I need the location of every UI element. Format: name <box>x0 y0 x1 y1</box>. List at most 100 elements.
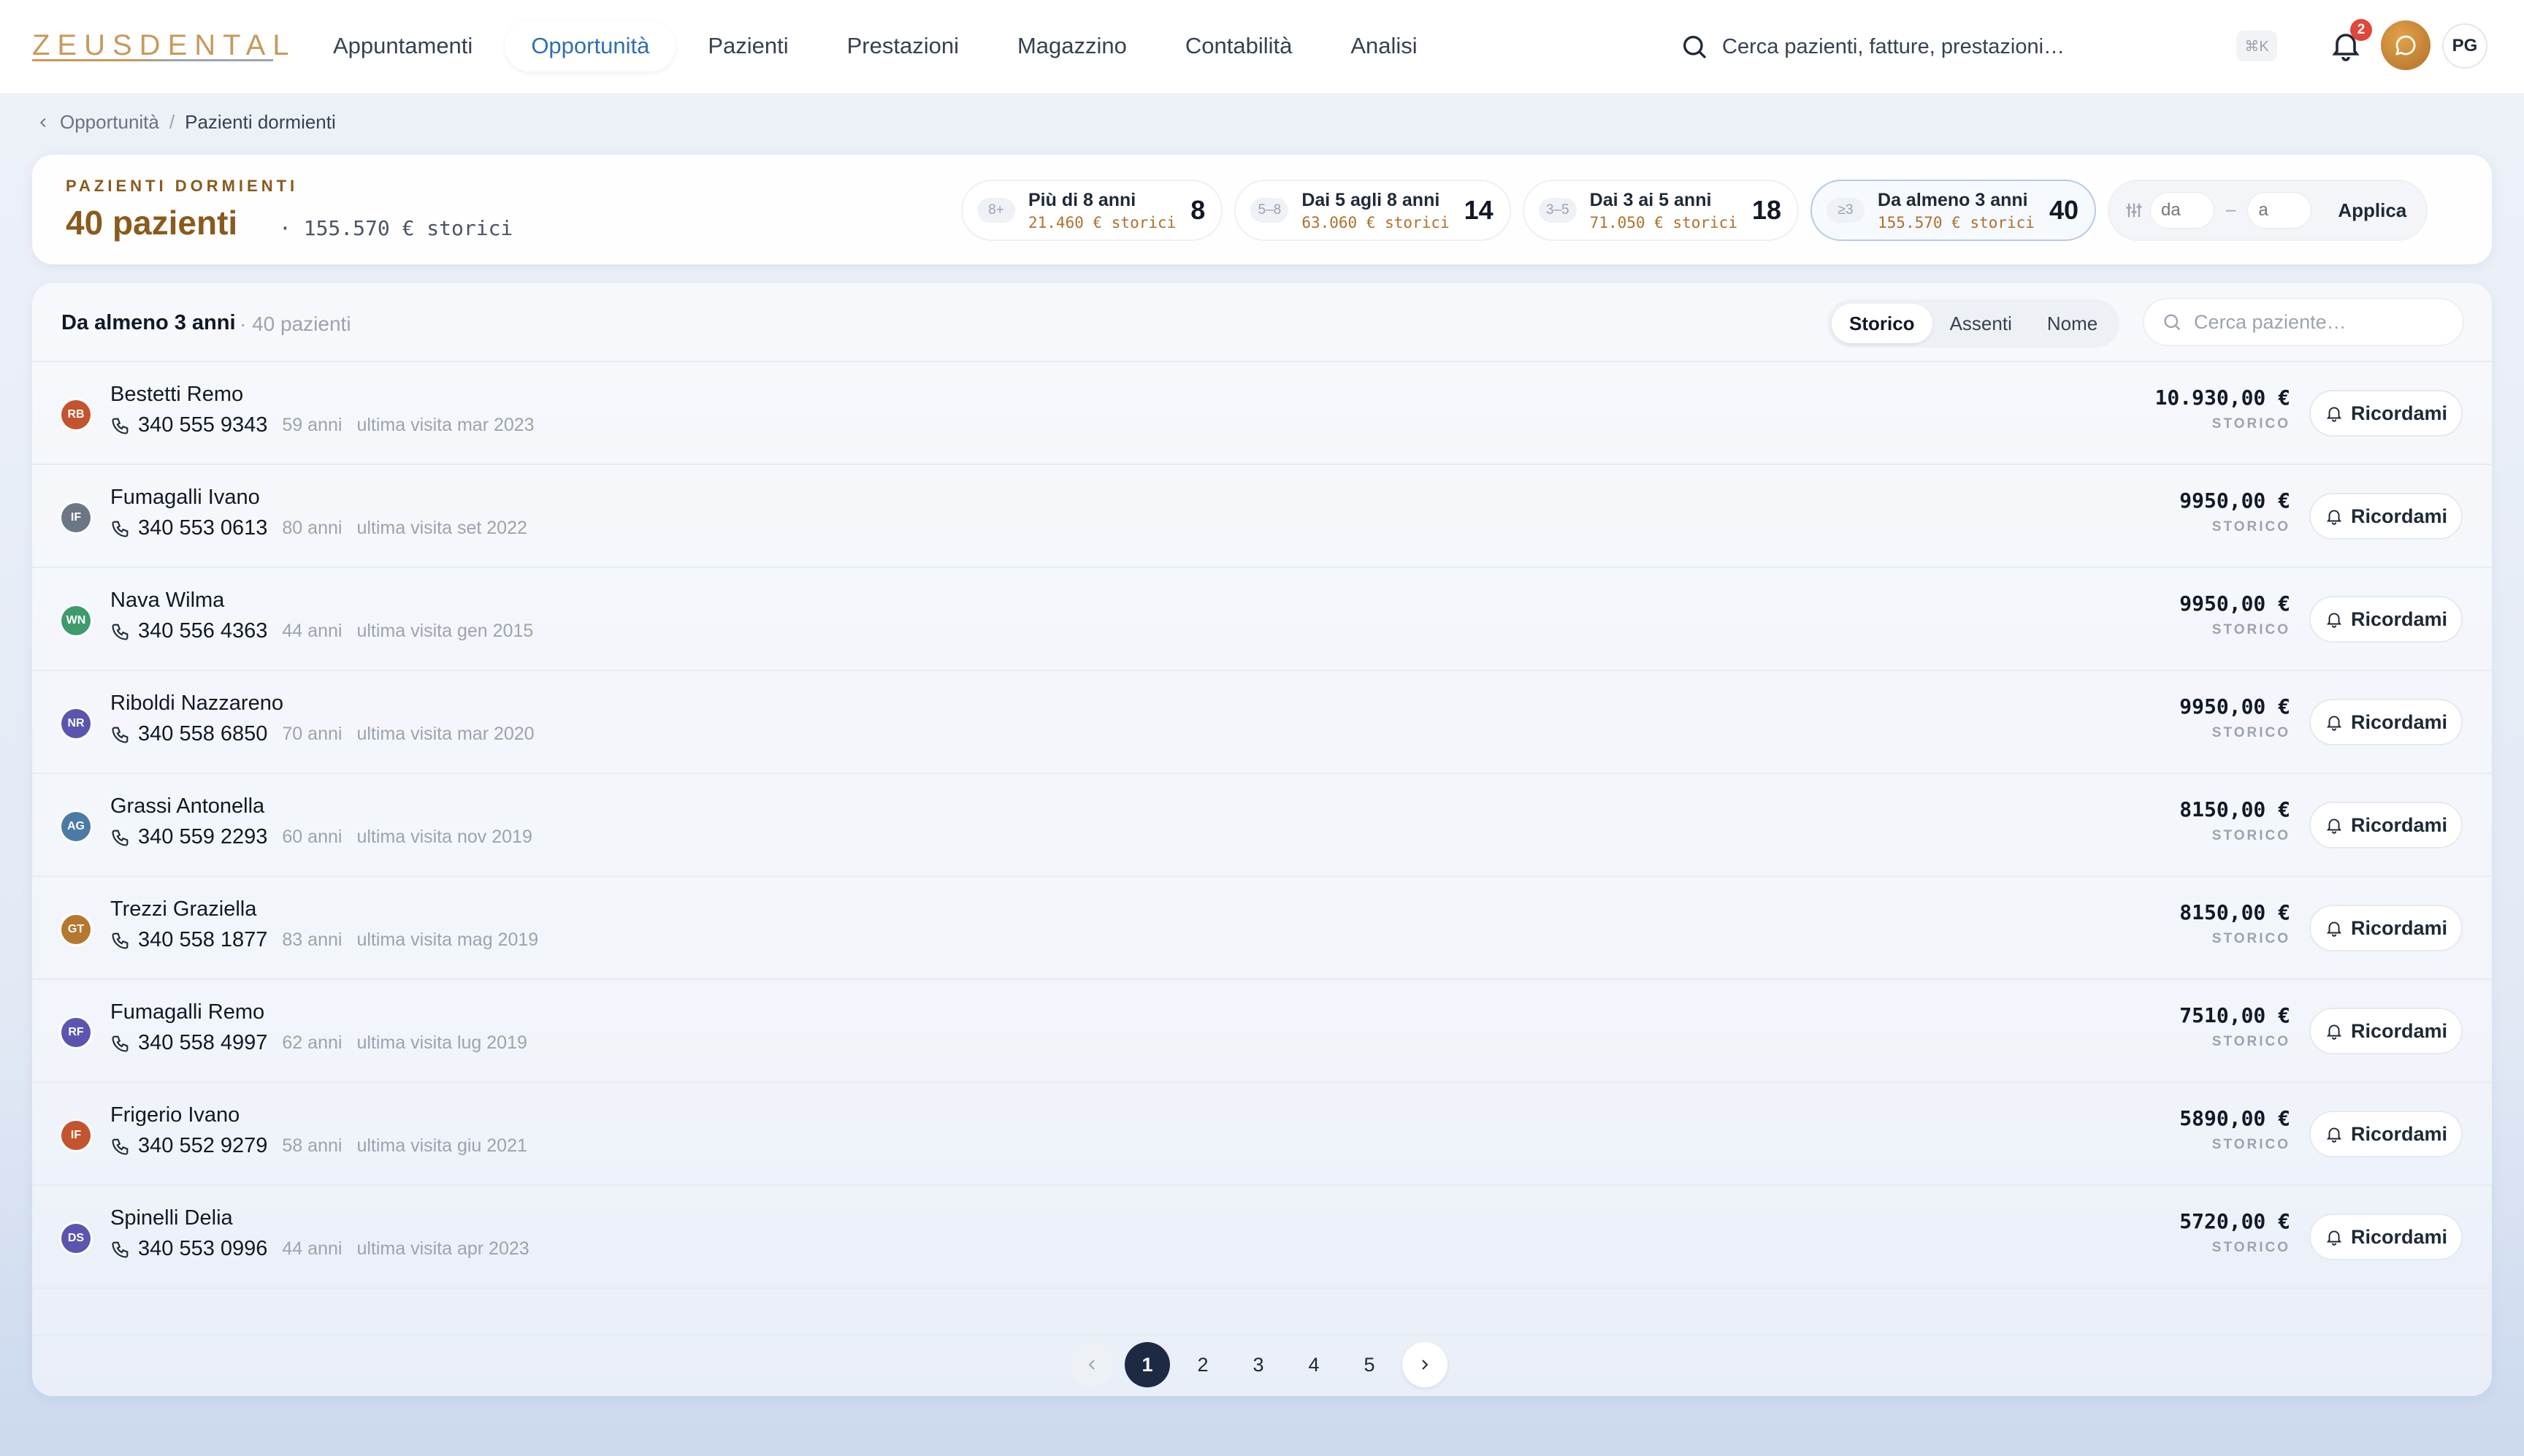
patient-row[interactable]: RF Fumagalli Remo 340 558 4997 62 anni ultim… <box>32 980 2492 1083</box>
filter-label: Dai 3 ai 5 anni <box>1589 189 1712 210</box>
remind-me-button[interactable]: Ricordami <box>2309 1008 2463 1054</box>
apply-range-button[interactable]: Applica <box>2338 199 2406 222</box>
patient-row[interactable]: DS Spinelli Delia 340 553 0996 44 anni ultim… <box>32 1186 2492 1289</box>
remind-me-button[interactable]: Ricordami <box>2309 390 2463 437</box>
filter-tag: ≥3 <box>1827 198 1865 223</box>
user-avatar[interactable]: PG <box>2442 23 2487 69</box>
patient-search-input[interactable] <box>2194 310 2457 334</box>
patient-row[interactable]: GT Trezzi Graziella 340 558 1877 83 anni ult… <box>32 877 2492 980</box>
nav-pazienti[interactable]: Pazienti <box>681 20 814 72</box>
patient-historic-amount: 5890,00 € <box>2179 1106 2290 1130</box>
top-navigation-bar: ZEUSDENTAL Appuntamenti Opportunità Pazi… <box>0 0 2524 93</box>
filter-historic: 21.460 € storici <box>1028 213 1177 231</box>
patient-name[interactable]: Nava Wilma <box>110 589 224 613</box>
page-1-button[interactable]: 1 <box>1125 1342 1170 1387</box>
patient-name[interactable]: Bestetti Remo <box>110 383 243 407</box>
patient-phone[interactable]: 340 558 6850 <box>138 722 267 746</box>
next-page-button[interactable] <box>1402 1342 1448 1387</box>
filter-3-to-5-years[interactable]: 3–5 Dai 3 ai 5 anni 71.050 € storici 18 <box>1522 180 1800 241</box>
app-logo[interactable]: ZEUSDENTAL <box>32 29 289 61</box>
patient-row[interactable]: WN Nava Wilma 340 556 4363 44 anni ultima vi… <box>32 568 2492 671</box>
sort-assenti[interactable]: Assenti <box>1932 304 2030 343</box>
patient-name[interactable]: Fumagalli Remo <box>110 1000 264 1024</box>
patient-name[interactable]: Frigerio Ivano <box>110 1103 240 1127</box>
nav-prestazioni[interactable]: Prestazioni <box>821 20 985 72</box>
patient-phone[interactable]: 340 553 0613 <box>138 516 267 540</box>
dormancy-filters: 8+ Più di 8 anni 21.460 € storici 8 5–8 D… <box>961 180 2428 241</box>
nav-contabilita[interactable]: Contabilità <box>1159 20 1318 72</box>
patient-phone[interactable]: 340 558 1877 <box>138 928 267 952</box>
patient-avatar: RF <box>61 1018 91 1047</box>
patient-avatar: AG <box>61 812 91 841</box>
patient-phone[interactable]: 340 556 4363 <box>138 619 267 643</box>
patient-age: 60 anni <box>282 827 343 847</box>
patient-age: 80 anni <box>282 518 343 538</box>
remind-me-button[interactable]: Ricordami <box>2309 493 2463 540</box>
chevron-left-icon[interactable] <box>35 115 51 131</box>
sort-nome[interactable]: Nome <box>2030 304 2115 343</box>
patient-age: 62 anni <box>282 1032 343 1053</box>
patient-phone[interactable]: 340 558 4997 <box>138 1031 267 1055</box>
patient-last-visit: ultima visita nov 2019 <box>356 827 532 847</box>
global-search[interactable]: Cerca pazienti, fatture, prestazioni… <box>1680 23 2293 70</box>
prev-page-button[interactable] <box>1069 1342 1114 1387</box>
patient-age: 44 anni <box>282 1238 343 1259</box>
phone-icon <box>112 418 129 434</box>
filter-over-8-years[interactable]: 8+ Più di 8 anni 21.460 € storici 8 <box>961 180 1223 241</box>
nav-analisi[interactable]: Analisi <box>1324 20 1443 72</box>
patient-details: 340 559 2293 60 anni ultima visita nov 201… <box>110 825 532 849</box>
patient-row[interactable]: AG Grassi Antonella 340 559 2293 60 anni ult… <box>32 774 2492 877</box>
phone-icon <box>112 1035 129 1052</box>
patient-row[interactable]: RB Bestetti Remo 340 555 9343 59 anni ultima… <box>32 362 2492 465</box>
patient-name[interactable]: Grassi Antonella <box>110 794 264 819</box>
patient-phone[interactable]: 340 552 9279 <box>138 1134 267 1158</box>
remind-me-button[interactable]: Ricordami <box>2309 1214 2463 1260</box>
filter-5-to-8-years[interactable]: 5–8 Dai 5 agli 8 anni 63.060 € storici 14 <box>1234 180 1511 241</box>
range-dash: – <box>2226 200 2236 220</box>
bell-icon <box>2326 510 2342 525</box>
remind-me-button[interactable]: Ricordami <box>2309 802 2463 848</box>
page-2-button[interactable]: 2 <box>1180 1342 1225 1387</box>
remind-me-label: Ricordami <box>2350 710 2448 733</box>
filter-count: 8 <box>1190 195 1206 225</box>
assistant-chat-button[interactable] <box>2381 20 2431 70</box>
range-to-input[interactable] <box>2247 192 2312 229</box>
summary-historic-total: · 155.570 € storici <box>279 216 513 240</box>
filter-at-least-3-years[interactable]: ≥3 Da almeno 3 anni 155.570 € storici 40 <box>1810 180 2096 241</box>
remind-me-label: Ricordami <box>2350 505 2448 527</box>
patient-phone[interactable]: 340 555 9343 <box>138 413 267 437</box>
sort-storico[interactable]: Storico <box>1832 304 1932 343</box>
patient-last-visit: ultima visita set 2022 <box>356 518 527 538</box>
patient-name[interactable]: Spinelli Delia <box>110 1206 233 1230</box>
phone-icon <box>112 624 129 640</box>
patient-phone[interactable]: 340 553 0996 <box>138 1237 267 1261</box>
patient-historic-amount: 9950,00 € <box>2179 488 2290 513</box>
dormant-summary-card: PAZIENTI DORMIENTI 40 pazienti · 155.570… <box>32 155 2492 264</box>
patient-row[interactable]: NR Riboldi Nazzareno 340 558 6850 70 anni ul… <box>32 671 2492 774</box>
remind-me-button[interactable]: Ricordami <box>2309 1111 2463 1157</box>
nav-opportunita[interactable]: Opportunità <box>505 20 676 72</box>
historic-amount-label: STORICO <box>2211 1034 2290 1049</box>
remind-me-button[interactable]: Ricordami <box>2309 905 2463 951</box>
patient-name[interactable]: Riboldi Nazzareno <box>110 691 283 716</box>
patient-row[interactable]: IF Fumagalli Ivano 340 553 0613 80 anni ulti… <box>32 465 2492 568</box>
nav-appuntamenti[interactable]: Appuntamenti <box>307 20 499 72</box>
breadcrumb-parent-link[interactable]: Opportunità <box>60 111 159 134</box>
remind-me-button[interactable]: Ricordami <box>2309 699 2463 746</box>
range-from-input[interactable] <box>2150 192 2214 229</box>
historic-amount-label: STORICO <box>2211 1240 2290 1255</box>
patient-row[interactable]: IF Frigerio Ivano 340 552 9279 58 anni ultim… <box>32 1083 2492 1186</box>
patient-phone[interactable]: 340 559 2293 <box>138 825 267 849</box>
patient-name[interactable]: Trezzi Graziella <box>110 897 256 922</box>
page-5-button[interactable]: 5 <box>1347 1342 1392 1387</box>
main-nav: Appuntamenti Opportunità Pazienti Presta… <box>307 20 1444 72</box>
page-4-button[interactable]: 4 <box>1291 1342 1336 1387</box>
remind-me-label: Ricordami <box>2350 916 2448 939</box>
nav-magazzino[interactable]: Magazzino <box>991 20 1153 72</box>
chevron-left-icon <box>1088 1360 1095 1370</box>
remind-me-button[interactable]: Ricordami <box>2309 596 2463 643</box>
patient-details: 340 556 4363 44 anni ultima visita gen 201… <box>110 619 533 643</box>
patient-name[interactable]: Fumagalli Ivano <box>110 486 260 510</box>
logo-text: ZEUSDENTAL <box>32 29 297 61</box>
page-3-button[interactable]: 3 <box>1236 1342 1281 1387</box>
